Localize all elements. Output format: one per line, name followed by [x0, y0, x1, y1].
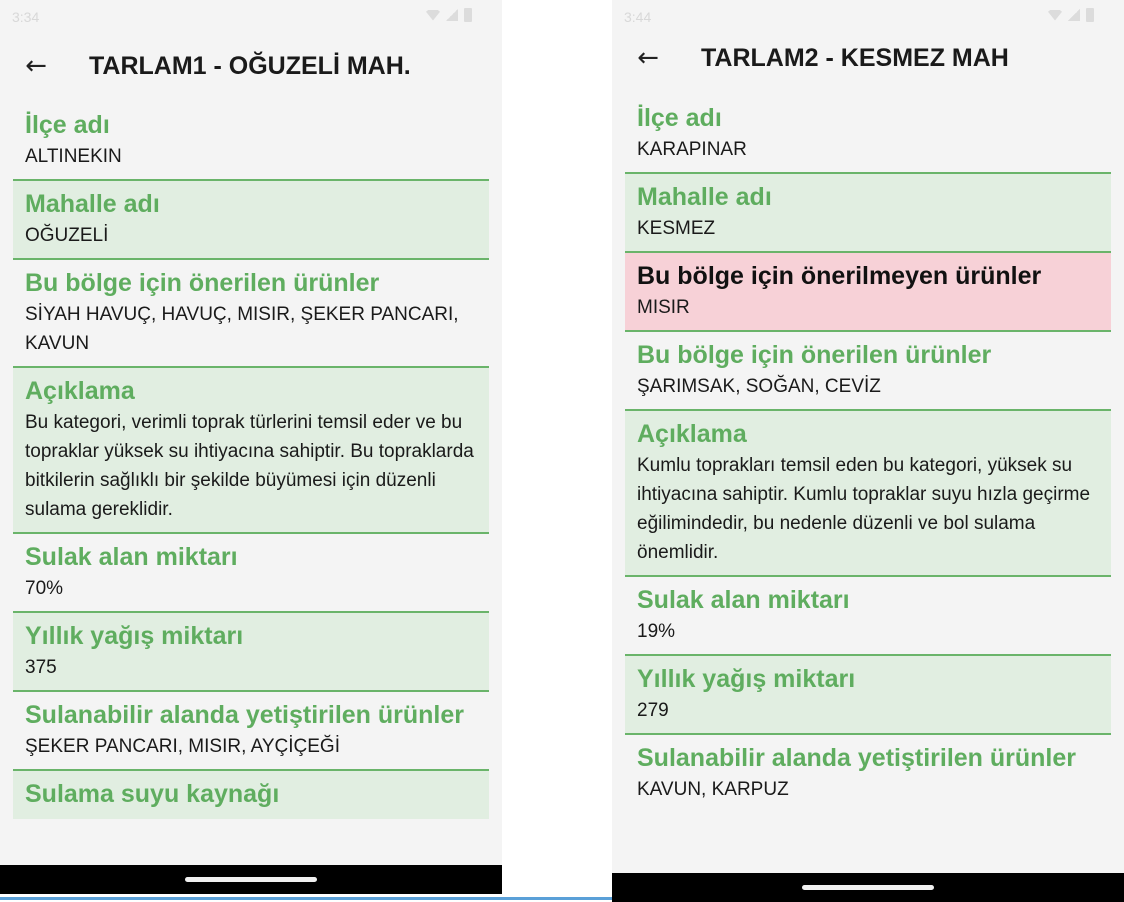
recommended-crops-section: Bu bölge için önerilen ürünler SİYAH HAV…: [13, 260, 489, 368]
wetland-section: Sulak alan miktarı 19%: [625, 577, 1111, 656]
section-value: ŞARIMSAK, SOĞAN, CEVİZ: [637, 376, 881, 397]
section-value: 70%: [25, 578, 64, 599]
section-label: Mahalle adı: [637, 183, 772, 211]
section-label: Sulanabilir alanda yetiştirilen ürünler: [25, 701, 465, 729]
section-label: Açıklama: [637, 420, 747, 448]
signal-icon: [1068, 9, 1080, 21]
app-bar: ← TARLAM1 - OĞUZELİ MAH.: [0, 46, 502, 86]
wifi-icon: [426, 9, 440, 21]
section-label: Bu bölge için önerilen ürünler: [25, 269, 380, 297]
detail-list: İlçe adı KARAPINAR Mahalle adı KESMEZ Bu…: [625, 95, 1111, 812]
rainfall-section: Yıllık yağış miktarı 279: [625, 656, 1111, 735]
irrigated-crops-section: Sulanabilir alanda yetiştirilen ürünler …: [13, 692, 489, 771]
wetland-section: Sulak alan miktarı 70%: [13, 534, 489, 613]
section-value: Bu kategori, verimli toprak türlerini te…: [25, 412, 474, 520]
phone-screen-2: 3:44 ← TARLAM2 - KESMEZ MAH İlçe adı KAR…: [612, 0, 1124, 902]
section-value: KAVUN, KARPUZ: [637, 779, 789, 800]
status-bar: 3:44: [612, 0, 1124, 36]
app-bar: ← TARLAM2 - KESMEZ MAH: [612, 38, 1124, 78]
rainfall-section: Yıllık yağış miktarı 375: [13, 613, 489, 692]
navigation-bar: [612, 873, 1124, 902]
section-label: İlçe adı: [25, 111, 110, 139]
section-value: ALTINEKIN: [25, 146, 122, 167]
arrow-back-icon[interactable]: ←: [22, 52, 50, 80]
battery-icon: [464, 8, 472, 22]
section-label: Sulak alan miktarı: [637, 586, 850, 614]
irrigated-crops-section: Sulanabilir alanda yetiştirilen ürünler …: [625, 735, 1111, 812]
status-time: 3:44: [624, 9, 652, 25]
section-label: Sulanabilir alanda yetiştirilen ürünler: [637, 744, 1077, 772]
section-label: Sulama suyu kaynağı: [25, 780, 280, 808]
page-title: TARLAM2 - KESMEZ MAH: [701, 43, 1009, 72]
section-value: KARAPINAR: [637, 139, 747, 160]
navigation-bar: [0, 865, 502, 894]
signal-icon: [446, 9, 458, 21]
section-label: Yıllık yağış miktarı: [637, 665, 856, 693]
home-handle[interactable]: [802, 885, 934, 890]
section-label: Bu bölge için önerilen ürünler: [637, 341, 992, 369]
section-value: 19%: [637, 621, 676, 642]
not-recommended-crops-section: Bu bölge için önerilmeyen ürünler MISIR: [625, 253, 1111, 332]
section-value: 279: [637, 700, 669, 721]
section-value: 375: [25, 657, 57, 678]
neighborhood-section: Mahalle adı OĞUZELİ: [13, 181, 489, 260]
section-value: ŞEKER PANCARI, MISIR, AYÇİÇEĞİ: [25, 736, 340, 757]
status-time: 3:34: [12, 9, 40, 25]
status-bar: 3:34: [0, 0, 502, 36]
battery-icon: [1086, 8, 1094, 22]
neighborhood-section: Mahalle adı KESMEZ: [625, 174, 1111, 253]
section-value: Kumlu toprakları temsil eden bu kategori…: [637, 455, 1091, 563]
district-section: İlçe adı ALTINEKIN: [13, 102, 489, 181]
description-section: Açıklama Bu kategori, verimli toprak tür…: [13, 368, 489, 534]
section-label: Mahalle adı: [25, 190, 160, 218]
home-handle[interactable]: [185, 877, 317, 882]
section-value: SİYAH HAVUÇ, HAVUÇ, MISIR, ŞEKER PANCARI…: [25, 304, 459, 354]
section-label: İlçe adı: [637, 104, 722, 132]
divider-line: [0, 897, 612, 900]
recommended-crops-section: Bu bölge için önerilen ürünler ŞARIMSAK,…: [625, 332, 1111, 411]
section-value: MISIR: [637, 297, 690, 318]
description-section: Açıklama Kumlu toprakları temsil eden bu…: [625, 411, 1111, 577]
arrow-back-icon[interactable]: ←: [634, 44, 662, 72]
detail-list: İlçe adı ALTINEKIN Mahalle adı OĞUZELİ B…: [13, 102, 489, 819]
phone-screen-1: 3:34 ← TARLAM1 - OĞUZELİ MAH. İlçe adı A…: [0, 0, 502, 894]
section-value: OĞUZELİ: [25, 225, 109, 246]
page-title: TARLAM1 - OĞUZELİ MAH.: [89, 51, 411, 80]
water-source-section: Sulama suyu kaynağı: [13, 771, 489, 819]
section-label: Yıllık yağış miktarı: [25, 622, 244, 650]
section-label: Bu bölge için önerilmeyen ürünler: [637, 262, 1042, 290]
district-section: İlçe adı KARAPINAR: [625, 95, 1111, 174]
wifi-icon: [1048, 9, 1062, 21]
section-value: KESMEZ: [637, 218, 716, 239]
section-label: Sulak alan miktarı: [25, 543, 238, 571]
section-label: Açıklama: [25, 377, 135, 405]
